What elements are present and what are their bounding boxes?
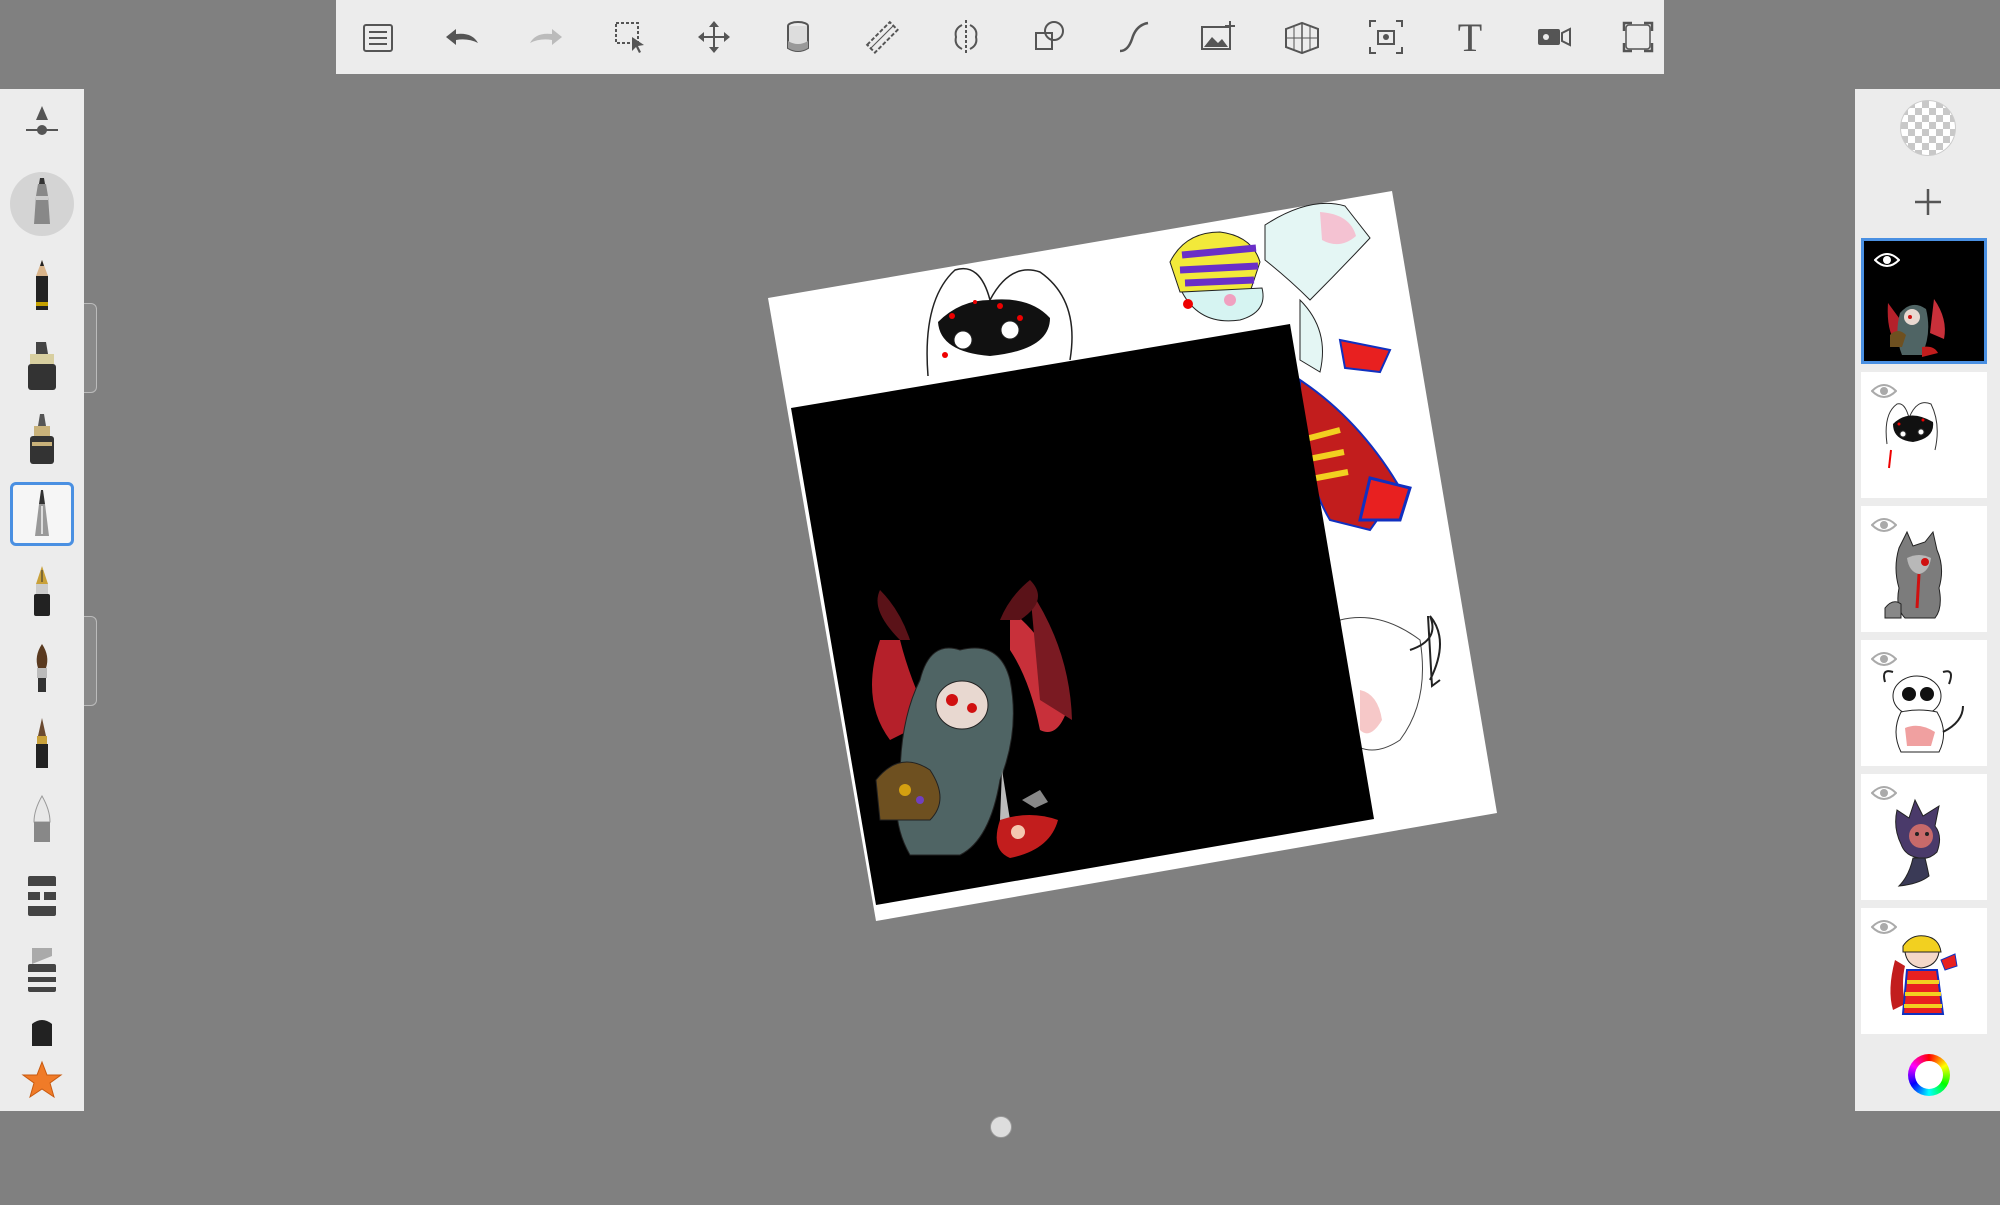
layer-thumbnail-2[interactable] bbox=[1861, 372, 1987, 498]
layer-thumbnail-4[interactable] bbox=[1861, 640, 1987, 766]
layer-thumbnail-6[interactable] bbox=[1861, 908, 1987, 1034]
canvas-background-transparency-icon[interactable] bbox=[1901, 101, 1955, 155]
layer-thumb-demon bbox=[1887, 299, 1945, 357]
layer-thumb-gray-creature bbox=[1884, 530, 1943, 619]
layer-thumb-bull bbox=[1883, 670, 1964, 753]
drawing-canvas[interactable] bbox=[0, 0, 2000, 1200]
plus-icon bbox=[1915, 189, 1941, 215]
layer-thumbnail-1[interactable] bbox=[1861, 238, 1987, 364]
canvas-rotation-handle[interactable] bbox=[990, 1116, 1012, 1138]
artwork-bunny-character bbox=[926, 267, 1073, 377]
layer-thumbnail-3[interactable] bbox=[1861, 506, 1987, 632]
add-layer-button[interactable] bbox=[1895, 176, 1961, 228]
canvas-artwork[interactable] bbox=[0, 0, 2000, 1200]
color-picker-icon[interactable] bbox=[1908, 1054, 1950, 1096]
layer-thumb-purple-demon bbox=[1895, 798, 1941, 887]
canvas-black-layer bbox=[791, 324, 1374, 905]
layer-thumbnail-5[interactable] bbox=[1861, 774, 1987, 900]
layer-thumb-clown bbox=[1890, 935, 1958, 1015]
layer-thumb-bunny bbox=[1885, 402, 1938, 469]
